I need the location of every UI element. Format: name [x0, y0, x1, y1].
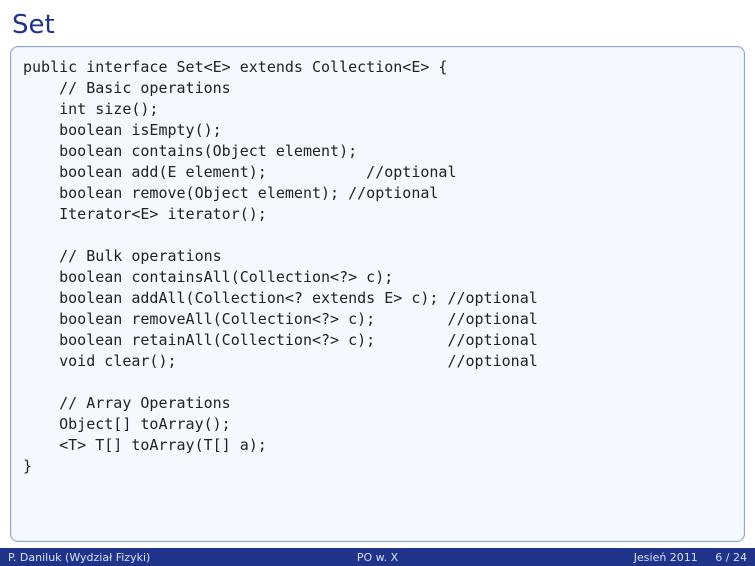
code-block: public interface Set<E> extends Collecti… — [23, 57, 732, 477]
slide-title: Set — [0, 0, 755, 46]
footer-bar: P. Daniluk (Wydział Fizyki) PO w. X Jesi… — [0, 548, 755, 566]
slide-root: Set public interface Set<E> extends Coll… — [0, 0, 755, 566]
footer-course: PO w. X — [254, 551, 500, 564]
footer-date: Jesień 2011 — [634, 551, 698, 564]
footer-pages: 6 / 24 — [715, 551, 747, 564]
code-block-container: public interface Set<E> extends Collecti… — [10, 46, 745, 542]
footer-author: P. Daniluk (Wydział Fizyki) — [8, 551, 254, 564]
footer-right: Jesień 2011 6 / 24 — [501, 551, 747, 564]
